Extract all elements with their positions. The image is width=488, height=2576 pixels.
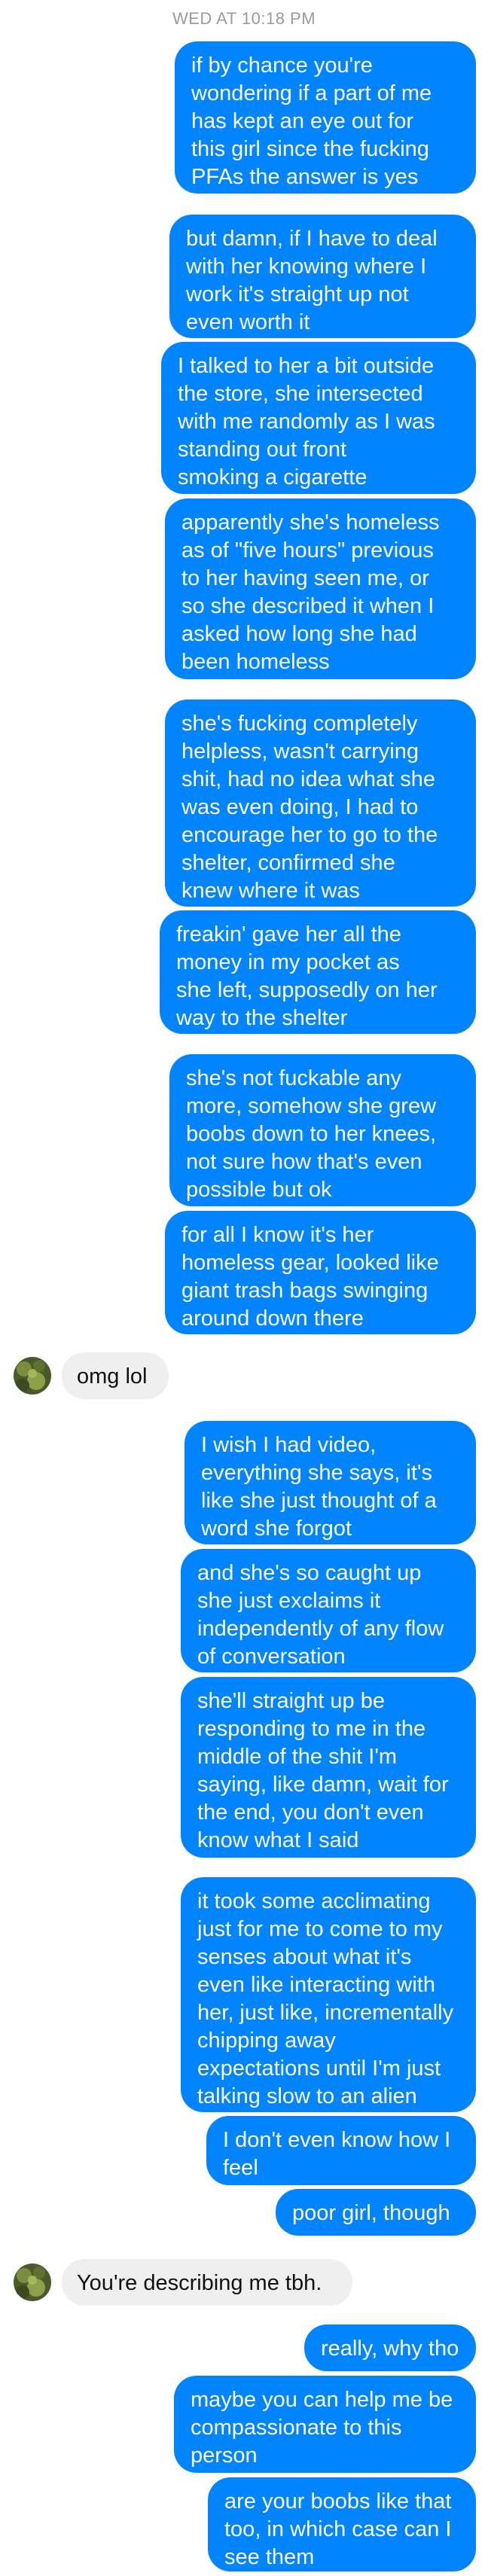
- sent-message-bubble[interactable]: she's not fuckable any more, somehow she…: [169, 1054, 476, 1206]
- sent-message-bubble[interactable]: freakin' gave her all the money in my po…: [160, 910, 476, 1034]
- received-message-bubble[interactable]: omg lol: [62, 1352, 169, 1399]
- profile-photo-icon: [14, 2264, 51, 2301]
- sent-message-bubble[interactable]: for all I know it's her homeless gear, l…: [165, 1211, 476, 1334]
- sent-message-bubble[interactable]: she's fucking completely helpless, wasn'…: [165, 700, 476, 907]
- conversation-timestamp: WED AT 10:18 PM: [172, 9, 316, 28]
- sent-message-bubble[interactable]: maybe you can help me be compassionate t…: [174, 2376, 476, 2473]
- sent-message-bubble[interactable]: I talked to her a bit outside the store,…: [161, 342, 476, 494]
- profile-photo-icon: [14, 1357, 51, 1395]
- sent-message-bubble[interactable]: if by chance you're wondering if a part …: [175, 41, 476, 194]
- sent-message-bubble[interactable]: she'll straight up be responding to me i…: [181, 1677, 476, 1858]
- contact-avatar[interactable]: [14, 2264, 51, 2301]
- sent-message-bubble[interactable]: are your boobs like that too, in which c…: [208, 2477, 476, 2571]
- sent-message-bubble[interactable]: apparently she's homeless as of "five ho…: [165, 498, 476, 679]
- sent-message-bubble[interactable]: really, why tho: [304, 2324, 476, 2371]
- sent-message-bubble[interactable]: poor girl, though: [276, 2189, 476, 2236]
- sent-message-bubble[interactable]: but damn, if I have to deal with her kno…: [169, 215, 476, 338]
- sent-message-bubble[interactable]: I don't even know how I feel: [206, 2116, 476, 2185]
- sent-message-bubble[interactable]: it took some acclimating just for me to …: [181, 1877, 476, 2112]
- sent-message-bubble[interactable]: and she's so caught up she just exclaims…: [181, 1549, 476, 1672]
- received-message-bubble[interactable]: You're describing me tbh.: [62, 2259, 352, 2306]
- sent-message-bubble[interactable]: I wish I had video, everything she says,…: [185, 1421, 476, 1544]
- contact-avatar[interactable]: [14, 1357, 51, 1395]
